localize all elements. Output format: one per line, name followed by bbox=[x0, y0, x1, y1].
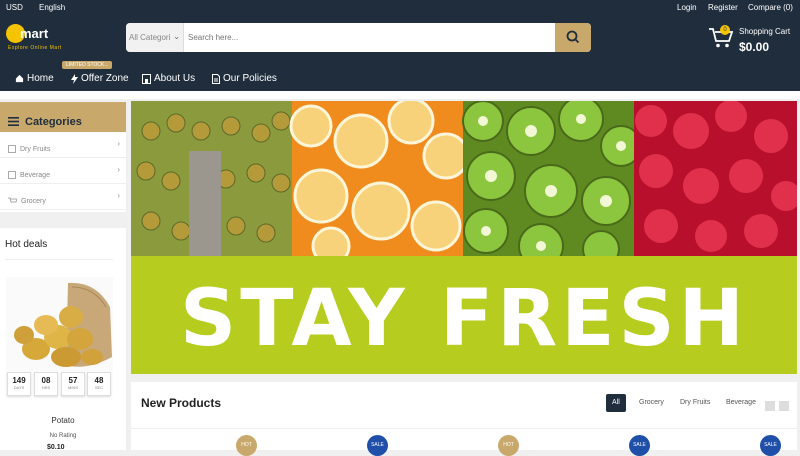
banner-headline: STAY FRESH bbox=[180, 274, 748, 364]
categories-title: Categories bbox=[25, 115, 82, 128]
top-bar: USD English Login Register Compare (0) bbox=[0, 0, 800, 15]
category-label: Beverage bbox=[20, 171, 50, 179]
potato-product-image[interactable] bbox=[6, 277, 113, 371]
category-item-beverage[interactable]: Beverage › bbox=[0, 158, 126, 184]
tab-beverage[interactable]: Beverage bbox=[720, 394, 762, 412]
category-icon bbox=[8, 171, 16, 179]
hot-deals-panel: Hot deals 149 DAYS 08 HRS 57 MINS 48 SEC… bbox=[0, 228, 126, 451]
nav-home[interactable]: Home bbox=[15, 73, 54, 84]
hot-badge: HOT bbox=[498, 435, 519, 456]
language-selector[interactable]: English bbox=[39, 3, 65, 12]
tab-dry-fruits[interactable]: Dry Fruits bbox=[674, 394, 716, 412]
countdown-value: 149 bbox=[12, 376, 26, 385]
category-item-grocery[interactable]: Grocery › bbox=[0, 184, 126, 210]
cart-count-badge: 0 bbox=[720, 25, 730, 35]
category-select-value: All Categori bbox=[129, 33, 171, 42]
limited-stock-badge: LIMITED STOCK... bbox=[62, 61, 113, 69]
sale-badge: SALE bbox=[760, 435, 781, 456]
sale-badge: SALE bbox=[367, 435, 388, 456]
cart-small-icon bbox=[8, 197, 17, 203]
logo-word: mart bbox=[20, 26, 49, 41]
sale-badge: SALE bbox=[629, 435, 650, 456]
countdown-unit: SEC bbox=[94, 385, 104, 390]
login-link[interactable]: Login bbox=[677, 3, 697, 12]
nav-our-policies-label: Our Policies bbox=[223, 73, 277, 84]
logo-tagline: Explore Online Mart bbox=[8, 45, 62, 51]
countdown-value: 08 bbox=[41, 376, 51, 385]
search-input[interactable] bbox=[188, 23, 553, 52]
countdown-seconds: 48 SEC bbox=[87, 372, 111, 396]
hot-deal-rating: No Rating bbox=[49, 433, 77, 439]
menu-icon bbox=[8, 117, 19, 126]
tab-all[interactable]: All bbox=[606, 394, 626, 412]
products-divider bbox=[131, 428, 797, 429]
category-label: Grocery bbox=[21, 197, 46, 205]
hot-deal-product-name[interactable]: Potato bbox=[0, 416, 126, 425]
search-icon bbox=[566, 30, 580, 44]
stay-fresh-band: STAY FRESH bbox=[131, 256, 797, 374]
nav-about-us-label: About Us bbox=[154, 73, 196, 84]
cart-amount: $0.00 bbox=[739, 40, 770, 54]
countdown-minutes: 57 MINS bbox=[61, 372, 85, 396]
nav-divider bbox=[0, 91, 800, 99]
main-nav: LIMITED STOCK... Home Offer Zone About U… bbox=[0, 61, 800, 91]
search-bar: All Categori ⌄ bbox=[126, 23, 591, 52]
countdown-unit: DAYS bbox=[13, 385, 25, 390]
header: mart Explore Online Mart All Categori ⌄ … bbox=[0, 15, 800, 65]
category-icon bbox=[8, 145, 16, 153]
category-item-dry-fruits[interactable]: Dry Fruits › bbox=[0, 132, 126, 158]
hero-banner[interactable]: STAY FRESH bbox=[131, 101, 797, 374]
chevron-right-icon: › bbox=[117, 191, 120, 200]
cart-label: Shopping Cart bbox=[739, 27, 791, 36]
chevron-right-icon: › bbox=[117, 139, 120, 148]
categories-header[interactable]: Categories bbox=[0, 102, 126, 132]
new-products-section: New Products All Grocery Dry Fruits Beve… bbox=[131, 382, 797, 456]
countdown-value: 57 bbox=[68, 376, 78, 385]
countdown-days: 149 DAYS bbox=[7, 372, 31, 396]
countdown-unit: MINS bbox=[68, 385, 78, 390]
nav-offer-zone[interactable]: Offer Zone bbox=[71, 73, 129, 84]
shopping-cart[interactable]: 0 Shopping Cart $0.00 bbox=[708, 25, 800, 55]
new-products-title: New Products bbox=[141, 396, 222, 410]
nav-offer-zone-label: Offer Zone bbox=[81, 73, 129, 84]
hot-badge: HOT bbox=[236, 435, 257, 456]
home-icon bbox=[15, 74, 24, 83]
countdown-unit: HRS bbox=[41, 385, 51, 390]
currency-selector[interactable]: USD bbox=[6, 3, 23, 12]
hot-deals-title: Hot deals bbox=[5, 239, 48, 250]
hot-deals-divider bbox=[5, 259, 113, 260]
document-icon bbox=[212, 73, 220, 84]
fruit-collage-image bbox=[131, 101, 797, 269]
category-label: Dry Fruits bbox=[20, 145, 51, 153]
register-link[interactable]: Register bbox=[708, 3, 738, 12]
building-icon bbox=[142, 73, 151, 84]
nav-home-label: Home bbox=[27, 73, 54, 84]
category-select[interactable]: All Categori ⌄ bbox=[126, 23, 184, 52]
chevron-down-icon: ⌄ bbox=[173, 32, 180, 41]
bolt-icon bbox=[71, 73, 78, 84]
compare-link[interactable]: Compare (0) bbox=[748, 3, 793, 12]
prev-arrow-icon[interactable] bbox=[765, 401, 775, 411]
countdown-value: 48 bbox=[94, 376, 104, 385]
next-arrow-icon[interactable] bbox=[779, 401, 789, 411]
logo[interactable]: mart Explore Online Mart bbox=[6, 24, 66, 54]
countdown-hours: 08 HRS bbox=[34, 372, 58, 396]
nav-our-policies[interactable]: Our Policies bbox=[212, 73, 277, 84]
categories-sidebar: Categories Dry Fruits › Beverage › Groce… bbox=[0, 102, 126, 212]
nav-about-us[interactable]: About Us bbox=[142, 73, 195, 84]
search-button[interactable] bbox=[555, 23, 591, 52]
chevron-right-icon: › bbox=[117, 165, 120, 174]
tab-grocery[interactable]: Grocery bbox=[633, 394, 670, 412]
